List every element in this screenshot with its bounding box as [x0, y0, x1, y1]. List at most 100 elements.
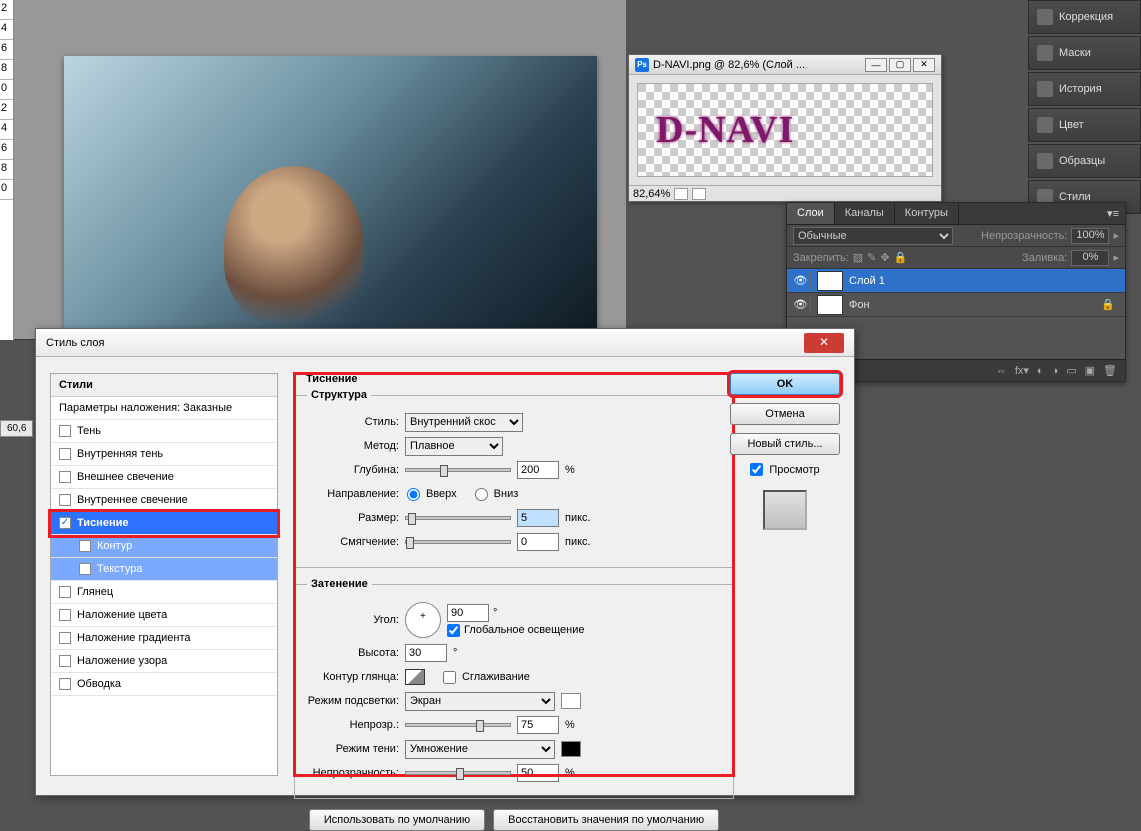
link-icon[interactable]: ⇔: [996, 365, 1007, 377]
zoom-level: 60,6: [0, 420, 33, 437]
depth-field[interactable]: [517, 461, 559, 479]
size-field[interactable]: [517, 509, 559, 527]
new-style-button[interactable]: Новый стиль...: [730, 433, 840, 455]
dialog-title: Стиль слоя: [46, 337, 104, 349]
folder-icon[interactable]: ▭: [1066, 364, 1076, 377]
lock-brush-icon[interactable]: ✎: [867, 251, 876, 264]
floating-doc-canvas[interactable]: D-NAVI: [637, 83, 933, 177]
panel-masks[interactable]: Маски: [1028, 36, 1141, 70]
dialog-titlebar[interactable]: Стиль слоя ✕: [36, 329, 854, 357]
style-inner-glow[interactable]: Внутреннее свечение: [51, 489, 277, 512]
style-inner-shadow[interactable]: Внутренняя тень: [51, 443, 277, 466]
style-bevel-emboss[interactable]: Тиснение: [51, 512, 277, 535]
layer-style-dialog[interactable]: Стиль слоя ✕ Стили Параметры наложения: …: [35, 328, 855, 796]
canvas-area[interactable]: [14, 0, 626, 340]
preview-swatch: [763, 490, 807, 530]
chevron-down-icon[interactable]: ▸: [1113, 229, 1119, 242]
tab-layers[interactable]: Слои: [787, 203, 835, 224]
layer-thumbnail[interactable]: [817, 271, 843, 291]
lock-label: Закрепить:: [793, 252, 849, 264]
preview-checkbox[interactable]: [750, 463, 763, 476]
cancel-button[interactable]: Отмена: [730, 403, 840, 425]
gloss-contour-swatch[interactable]: [405, 669, 425, 685]
ok-button[interactable]: OK: [730, 373, 840, 395]
new-layer-icon[interactable]: ▣: [1085, 364, 1095, 377]
size-slider[interactable]: [405, 516, 511, 520]
lock-move-icon[interactable]: ✥: [880, 251, 889, 264]
fill-field[interactable]: 0%: [1071, 250, 1109, 266]
soften-slider[interactable]: [405, 540, 511, 544]
minimize-button[interactable]: —: [865, 58, 887, 72]
direction-down-radio[interactable]: [475, 488, 488, 501]
layer-item[interactable]: 👁 Фон 🔒: [787, 293, 1125, 317]
scroll-left-icon[interactable]: [674, 188, 688, 200]
opacity-label: Непрозрачность:: [981, 230, 1067, 242]
fx-icon[interactable]: fx▾: [1015, 364, 1029, 377]
shadow-color-swatch[interactable]: [561, 741, 581, 757]
make-default-button[interactable]: Использовать по умолчанию: [309, 809, 485, 831]
chevron-down-icon[interactable]: ▸: [1113, 251, 1119, 264]
angle-dial[interactable]: [405, 602, 441, 638]
altitude-field[interactable]: [405, 644, 447, 662]
layer-thumbnail[interactable]: [817, 295, 843, 315]
mask-icon[interactable]: ◐: [1037, 365, 1044, 377]
opacity-field[interactable]: 100%: [1071, 228, 1109, 244]
style-gradient-overlay[interactable]: Наложение градиента: [51, 627, 277, 650]
angle-field[interactable]: [447, 604, 489, 622]
style-color-overlay[interactable]: Наложение цвета: [51, 604, 277, 627]
lock-all-icon[interactable]: 🔒: [894, 251, 908, 264]
shadow-opacity-slider[interactable]: [405, 771, 511, 775]
floating-doc-titlebar[interactable]: Ps D-NAVI.png @ 82,6% (Слой ... — ▢ ✕: [629, 55, 941, 75]
style-texture[interactable]: Текстура: [51, 558, 277, 581]
style-drop-shadow[interactable]: Тень: [51, 420, 277, 443]
blending-options-row[interactable]: Параметры наложения: Заказные: [51, 397, 277, 420]
visibility-icon[interactable]: 👁: [791, 272, 811, 290]
reset-default-button[interactable]: Восстановить значения по умолчанию: [493, 809, 719, 831]
trash-icon[interactable]: 🗑: [1103, 364, 1117, 377]
panel-color[interactable]: Цвет: [1028, 108, 1141, 142]
close-button[interactable]: ✕: [913, 58, 935, 72]
panel-history[interactable]: История: [1028, 72, 1141, 106]
panel-corrections[interactable]: Коррекция: [1028, 0, 1141, 34]
floating-document[interactable]: Ps D-NAVI.png @ 82,6% (Слой ... — ▢ ✕ D-…: [628, 54, 942, 202]
history-icon: [1037, 81, 1053, 97]
dialog-close-button[interactable]: ✕: [804, 333, 844, 353]
style-outer-glow[interactable]: Внешнее свечение: [51, 466, 277, 489]
visibility-icon[interactable]: 👁: [791, 296, 811, 314]
lock-pixels-icon[interactable]: ▧: [853, 251, 863, 264]
right-panel-dock: Коррекция Маски История Цвет Образцы Сти…: [1028, 0, 1141, 216]
layer-name[interactable]: Фон: [849, 299, 870, 311]
soften-field[interactable]: [517, 533, 559, 551]
blend-mode-select[interactable]: Обычные: [793, 227, 953, 245]
layer-item[interactable]: 👁 Слой 1: [787, 269, 1125, 293]
shadow-opacity-field[interactable]: [517, 764, 559, 782]
direction-up-radio[interactable]: [407, 488, 420, 501]
style-satin[interactable]: Глянец: [51, 581, 277, 604]
panel-swatches[interactable]: Образцы: [1028, 144, 1141, 178]
structure-fieldset: Структура Стиль:Внутренний скос Метод:Пл…: [294, 389, 734, 568]
panel-menu-icon[interactable]: ▾≡: [1101, 203, 1125, 224]
style-stroke[interactable]: Обводка: [51, 673, 277, 696]
shadow-mode-select[interactable]: Умножение: [405, 740, 555, 759]
main-document-image[interactable]: [64, 56, 597, 332]
maximize-button[interactable]: ▢: [889, 58, 911, 72]
highlight-color-swatch[interactable]: [561, 693, 581, 709]
antialias-checkbox[interactable]: [443, 671, 456, 684]
technique-select[interactable]: Плавное: [405, 437, 503, 456]
scroll-right-icon[interactable]: [692, 188, 706, 200]
style-pattern-overlay[interactable]: Наложение узора: [51, 650, 277, 673]
adj-layer-icon[interactable]: ◑: [1052, 365, 1059, 377]
highlight-opacity-field[interactable]: [517, 716, 559, 734]
tab-channels[interactable]: Каналы: [835, 203, 895, 224]
global-light-checkbox[interactable]: [447, 624, 460, 637]
styles-header[interactable]: Стили: [51, 374, 277, 397]
depth-slider[interactable]: [405, 468, 511, 472]
swatches-icon: [1037, 153, 1053, 169]
style-select[interactable]: Внутренний скос: [405, 413, 523, 432]
layer-name[interactable]: Слой 1: [849, 275, 885, 287]
highlight-opacity-slider[interactable]: [405, 723, 511, 727]
style-contour[interactable]: Контур: [51, 535, 277, 558]
lock-icon: 🔒: [1101, 298, 1115, 311]
tab-paths[interactable]: Контуры: [895, 203, 959, 224]
highlight-mode-select[interactable]: Экран: [405, 692, 555, 711]
